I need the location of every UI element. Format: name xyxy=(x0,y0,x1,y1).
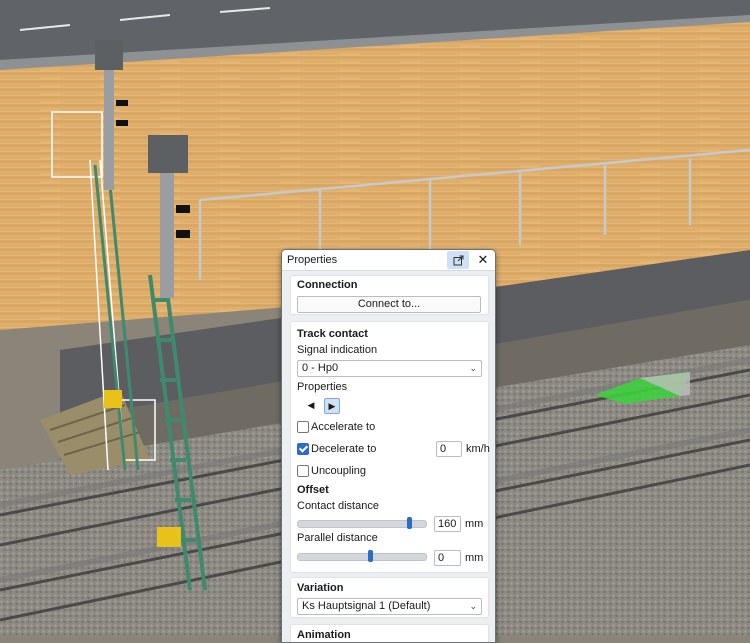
parallel-distance-slider-thumb[interactable] xyxy=(368,550,373,562)
connect-to-button[interactable]: Connect to... xyxy=(297,296,481,313)
properties-label: Properties xyxy=(297,381,348,393)
connection-heading: Connection xyxy=(297,279,358,291)
accelerate-label: Accelerate to xyxy=(311,421,376,433)
accelerate-checkbox[interactable] xyxy=(297,421,309,433)
speed-unit: km/h xyxy=(466,443,490,455)
yellow-contact-box[interactable] xyxy=(157,527,181,547)
variation-heading: Variation xyxy=(297,582,344,594)
external-window-icon[interactable] xyxy=(447,251,469,269)
contact-distance-label: Contact distance xyxy=(297,500,379,512)
signal-indication-value: 0 - Hp0 xyxy=(302,362,339,374)
uncoupling-checkbox[interactable] xyxy=(297,465,309,477)
variation-section: Variation Ks Hauptsignal 1 (Default) ⌄ xyxy=(290,577,489,618)
yellow-contact-box[interactable] xyxy=(104,390,122,408)
decelerate-speed-input[interactable]: 0 xyxy=(436,441,462,457)
parallel-distance-slider[interactable] xyxy=(297,553,427,561)
decelerate-checkbox[interactable] xyxy=(297,443,309,455)
contact-distance-slider-thumb[interactable] xyxy=(407,517,412,529)
offset-heading: Offset xyxy=(297,484,329,496)
panel-titlebar[interactable]: Properties ✕ xyxy=(282,250,495,271)
signal-indication-dropdown[interactable]: 0 - Hp0 ⌄ xyxy=(297,360,482,377)
animation-heading: Animation xyxy=(297,629,351,641)
contact-distance-input[interactable]: 160 xyxy=(434,516,461,532)
chevron-down-icon: ⌄ xyxy=(469,363,477,373)
parallel-distance-unit: mm xyxy=(465,552,484,564)
triangle-left-icon[interactable]: ◀ xyxy=(304,398,318,412)
parallel-distance-label: Parallel distance xyxy=(297,532,378,544)
signal-indication-label: Signal indication xyxy=(297,344,378,356)
decelerate-label: Decelerate to xyxy=(311,443,377,455)
variation-dropdown[interactable]: Ks Hauptsignal 1 (Default) ⌄ xyxy=(297,598,482,615)
panel-title: Properties xyxy=(287,254,338,266)
parallel-distance-input[interactable]: 0 xyxy=(434,550,461,566)
track-contact-heading: Track contact xyxy=(297,328,368,340)
track-contact-section: Track contact Signal indication 0 - Hp0 … xyxy=(290,321,490,573)
animation-section: Animation xyxy=(290,624,489,642)
triangle-right-icon[interactable]: ▶ xyxy=(324,398,340,414)
variation-value: Ks Hauptsignal 1 (Default) xyxy=(302,600,431,612)
contact-distance-unit: mm xyxy=(465,518,484,530)
close-icon[interactable]: ✕ xyxy=(472,251,494,269)
properties-panel: Properties ✕ Connection Connect to... Tr… xyxy=(281,249,496,643)
uncoupling-label: Uncoupling xyxy=(311,465,367,477)
chevron-down-icon: ⌄ xyxy=(469,601,477,611)
connection-section: Connection Connect to... xyxy=(290,275,489,315)
